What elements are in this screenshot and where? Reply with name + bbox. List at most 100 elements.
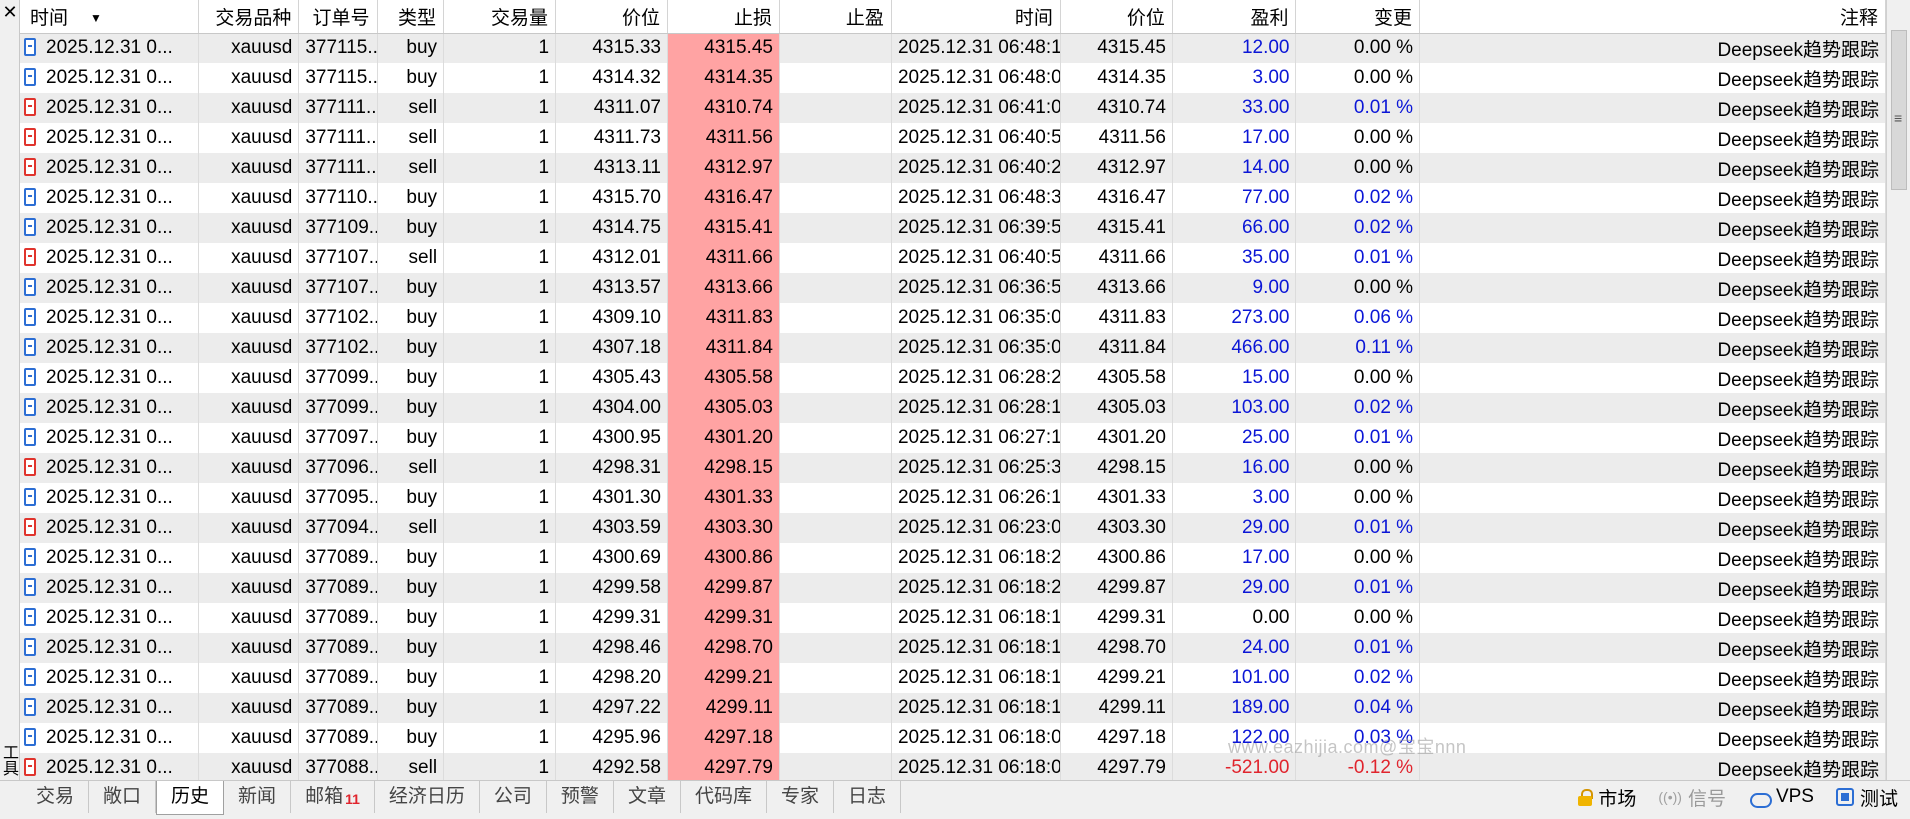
col-header-type[interactable]: 类型 — [377, 0, 445, 34]
order-cell: 377095... — [298, 483, 378, 513]
table-row[interactable]: 2025.12.31 0... xauusd 377089... buy 1 4298.4… — [20, 633, 1886, 663]
col-header-stoploss[interactable]: 止损 — [667, 0, 780, 34]
close-price-cell: 4305.03 — [1060, 393, 1173, 423]
symbol-cell: xauusd — [198, 723, 300, 753]
signals-button[interactable]: ((•)) 信号 — [1658, 784, 1726, 811]
table-row[interactable]: 2025.12.31 0... xauusd 377111... sell 1 4311.… — [20, 93, 1886, 123]
takeprofit-cell — [779, 363, 892, 393]
profit-cell: 33.00 — [1172, 93, 1297, 123]
vertical-scrollbar[interactable]: ≡ — [1886, 0, 1910, 780]
symbol-cell: xauusd — [198, 453, 300, 483]
stoploss-cell: 4311.66 — [667, 243, 780, 273]
table-row[interactable]: 2025.12.31 0... xauusd 377089... buy 1 4300.6… — [20, 543, 1886, 573]
table-row[interactable]: 2025.12.31 0... xauusd 377089... buy 1 4298.2… — [20, 663, 1886, 693]
open-time-text: 2025.12.31 0... — [46, 217, 173, 238]
table-row[interactable]: 2025.12.31 0... xauusd 377099... buy 1 4305.4… — [20, 363, 1886, 393]
stoploss-cell: 4298.15 — [667, 453, 780, 483]
table-row[interactable]: 2025.12.31 0... xauusd 377089... buy 1 4297.2… — [20, 693, 1886, 723]
open-time-text: 2025.12.31 0... — [46, 97, 173, 118]
tab-11[interactable]: 日志 — [834, 781, 901, 813]
tab-2[interactable]: 历史 — [156, 781, 225, 815]
col-header-profit[interactable]: 盈利 — [1172, 0, 1297, 34]
table-row[interactable]: 2025.12.31 0... xauusd 377107... buy 1 4313.5… — [20, 273, 1886, 303]
col-header-time[interactable]: 时间 ▼ — [20, 0, 200, 34]
profit-cell: 466.00 — [1172, 333, 1297, 363]
close-price-cell: 4311.66 — [1060, 243, 1173, 273]
table-row[interactable]: 2025.12.31 0... xauusd 377109... buy 1 4314.7… — [20, 213, 1886, 243]
order-cell: 377089... — [298, 723, 378, 753]
table-row[interactable]: 2025.12.31 0... xauusd 377094... sell 1 4303.… — [20, 513, 1886, 543]
tester-button[interactable]: 测试 — [1835, 784, 1898, 811]
tab-6[interactable]: 公司 — [480, 781, 547, 813]
tab-label: 公司 — [493, 786, 532, 807]
table-row[interactable]: 2025.12.31 0... xauusd 377095... buy 1 4301.3… — [20, 483, 1886, 513]
volume-cell: 1 — [443, 303, 557, 333]
col-header-takeprofit[interactable]: 止盈 — [779, 0, 892, 34]
close-price-cell: 4297.79 — [1060, 753, 1173, 780]
table-row[interactable]: 2025.12.31 0... xauusd 377088... sell 1 4292.… — [20, 753, 1886, 780]
table-row[interactable]: 2025.12.31 0... xauusd 377110... buy 1 4315.7… — [20, 183, 1886, 213]
tab-10[interactable]: 专家 — [767, 781, 834, 813]
table-row[interactable]: 2025.12.31 0... xauusd 377099... buy 1 4304.0… — [20, 393, 1886, 423]
table-row[interactable]: 2025.12.31 0... xauusd 377115... buy 1 4315.3… — [20, 33, 1886, 63]
price-cell: 4314.75 — [555, 213, 668, 243]
vps-button[interactable]: VPS — [1748, 786, 1814, 808]
tab-0[interactable]: 交易 — [22, 781, 90, 813]
table-row[interactable]: 2025.12.31 0... xauusd 377102... buy 1 4307.1… — [20, 333, 1886, 363]
close-price-cell: 4313.66 — [1060, 273, 1173, 303]
price-cell: 4312.01 — [555, 243, 668, 273]
symbol-cell: xauusd — [198, 333, 300, 363]
open-time-cell: 2025.12.31 0... — [20, 93, 200, 123]
table-row[interactable]: 2025.12.31 0... xauusd 377089... buy 1 4295.9… — [20, 723, 1886, 753]
tab-3[interactable]: 新闻 — [224, 781, 292, 813]
chip-icon — [1835, 788, 1854, 806]
table-row[interactable]: 2025.12.31 0... xauusd 377115... buy 1 4314.3… — [20, 63, 1886, 93]
table-row[interactable]: 2025.12.31 0... xauusd 377111... sell 1 4313.… — [20, 153, 1886, 183]
takeprofit-cell — [779, 543, 892, 573]
open-time-text: 2025.12.31 0... — [46, 367, 173, 388]
market-button[interactable]: 市场 — [1578, 784, 1636, 811]
col-header-volume[interactable]: 交易量 — [443, 0, 557, 34]
buy-deal-icon — [24, 728, 36, 746]
table-row[interactable]: 2025.12.31 0... xauusd 377097... buy 1 4300.9… — [20, 423, 1886, 453]
buy-deal-icon — [24, 218, 36, 236]
tab-4[interactable]: 邮箱 11 — [291, 781, 375, 813]
takeprofit-cell — [779, 393, 892, 423]
type-cell: buy — [377, 483, 445, 513]
table-row[interactable]: 2025.12.31 0... xauusd 377102... buy 1 4309.1… — [20, 303, 1886, 333]
col-header-comment[interactable]: 注释 — [1419, 0, 1886, 34]
tab-8[interactable]: 文章 — [614, 781, 681, 813]
table-row[interactable]: 2025.12.31 0... xauusd 377107... sell 1 4312.… — [20, 243, 1886, 273]
table-row[interactable]: 2025.12.31 0... xauusd 377096... sell 1 4298.… — [20, 453, 1886, 483]
price-cell: 4292.58 — [555, 753, 668, 780]
col-header-price[interactable]: 价位 — [555, 0, 668, 34]
tab-7[interactable]: 预警 — [547, 781, 614, 813]
tab-5[interactable]: 经济日历 — [375, 781, 480, 813]
comment-cell: Deepseek趋势跟踪 — [1419, 273, 1886, 303]
table-row[interactable]: 2025.12.31 0... xauusd 377089... buy 1 4299.5… — [20, 573, 1886, 603]
close-icon[interactable]: ✕ — [1, 2, 19, 22]
close-price-cell: 4305.58 — [1060, 363, 1173, 393]
order-cell: 377089... — [298, 663, 378, 693]
profit-cell: 17.00 — [1172, 123, 1297, 153]
table-row[interactable]: 2025.12.31 0... xauusd 377089... buy 1 4299.3… — [20, 603, 1886, 633]
open-time-cell: 2025.12.31 0... — [20, 453, 200, 483]
close-price-cell: 4299.87 — [1060, 573, 1173, 603]
table-row[interactable]: 2025.12.31 0... xauusd 377111... sell 1 4311.… — [20, 123, 1886, 153]
tab-1[interactable]: 敞口 — [89, 781, 157, 813]
open-time-text: 2025.12.31 0... — [46, 607, 173, 628]
col-header-change[interactable]: 变更 — [1295, 0, 1421, 34]
comment-cell: Deepseek趋势跟踪 — [1419, 513, 1886, 543]
close-time-cell: 2025.12.31 06:48:08 — [891, 63, 1061, 93]
open-time-cell: 2025.12.31 0... — [20, 603, 200, 633]
stoploss-cell: 4313.66 — [667, 273, 780, 303]
close-time-cell: 2025.12.31 06:26:18 — [891, 483, 1061, 513]
col-header-close-price[interactable]: 价位 — [1060, 0, 1173, 34]
col-header-order[interactable]: 订单号 — [298, 0, 378, 34]
buy-deal-icon — [24, 278, 36, 296]
col-header-close-time[interactable]: 时间 — [891, 0, 1061, 34]
type-cell: buy — [377, 603, 445, 633]
tab-9[interactable]: 代码库 — [681, 781, 767, 813]
col-header-symbol[interactable]: 交易品种 — [198, 0, 300, 34]
scrollbar-thumb[interactable]: ≡ — [1891, 30, 1907, 190]
